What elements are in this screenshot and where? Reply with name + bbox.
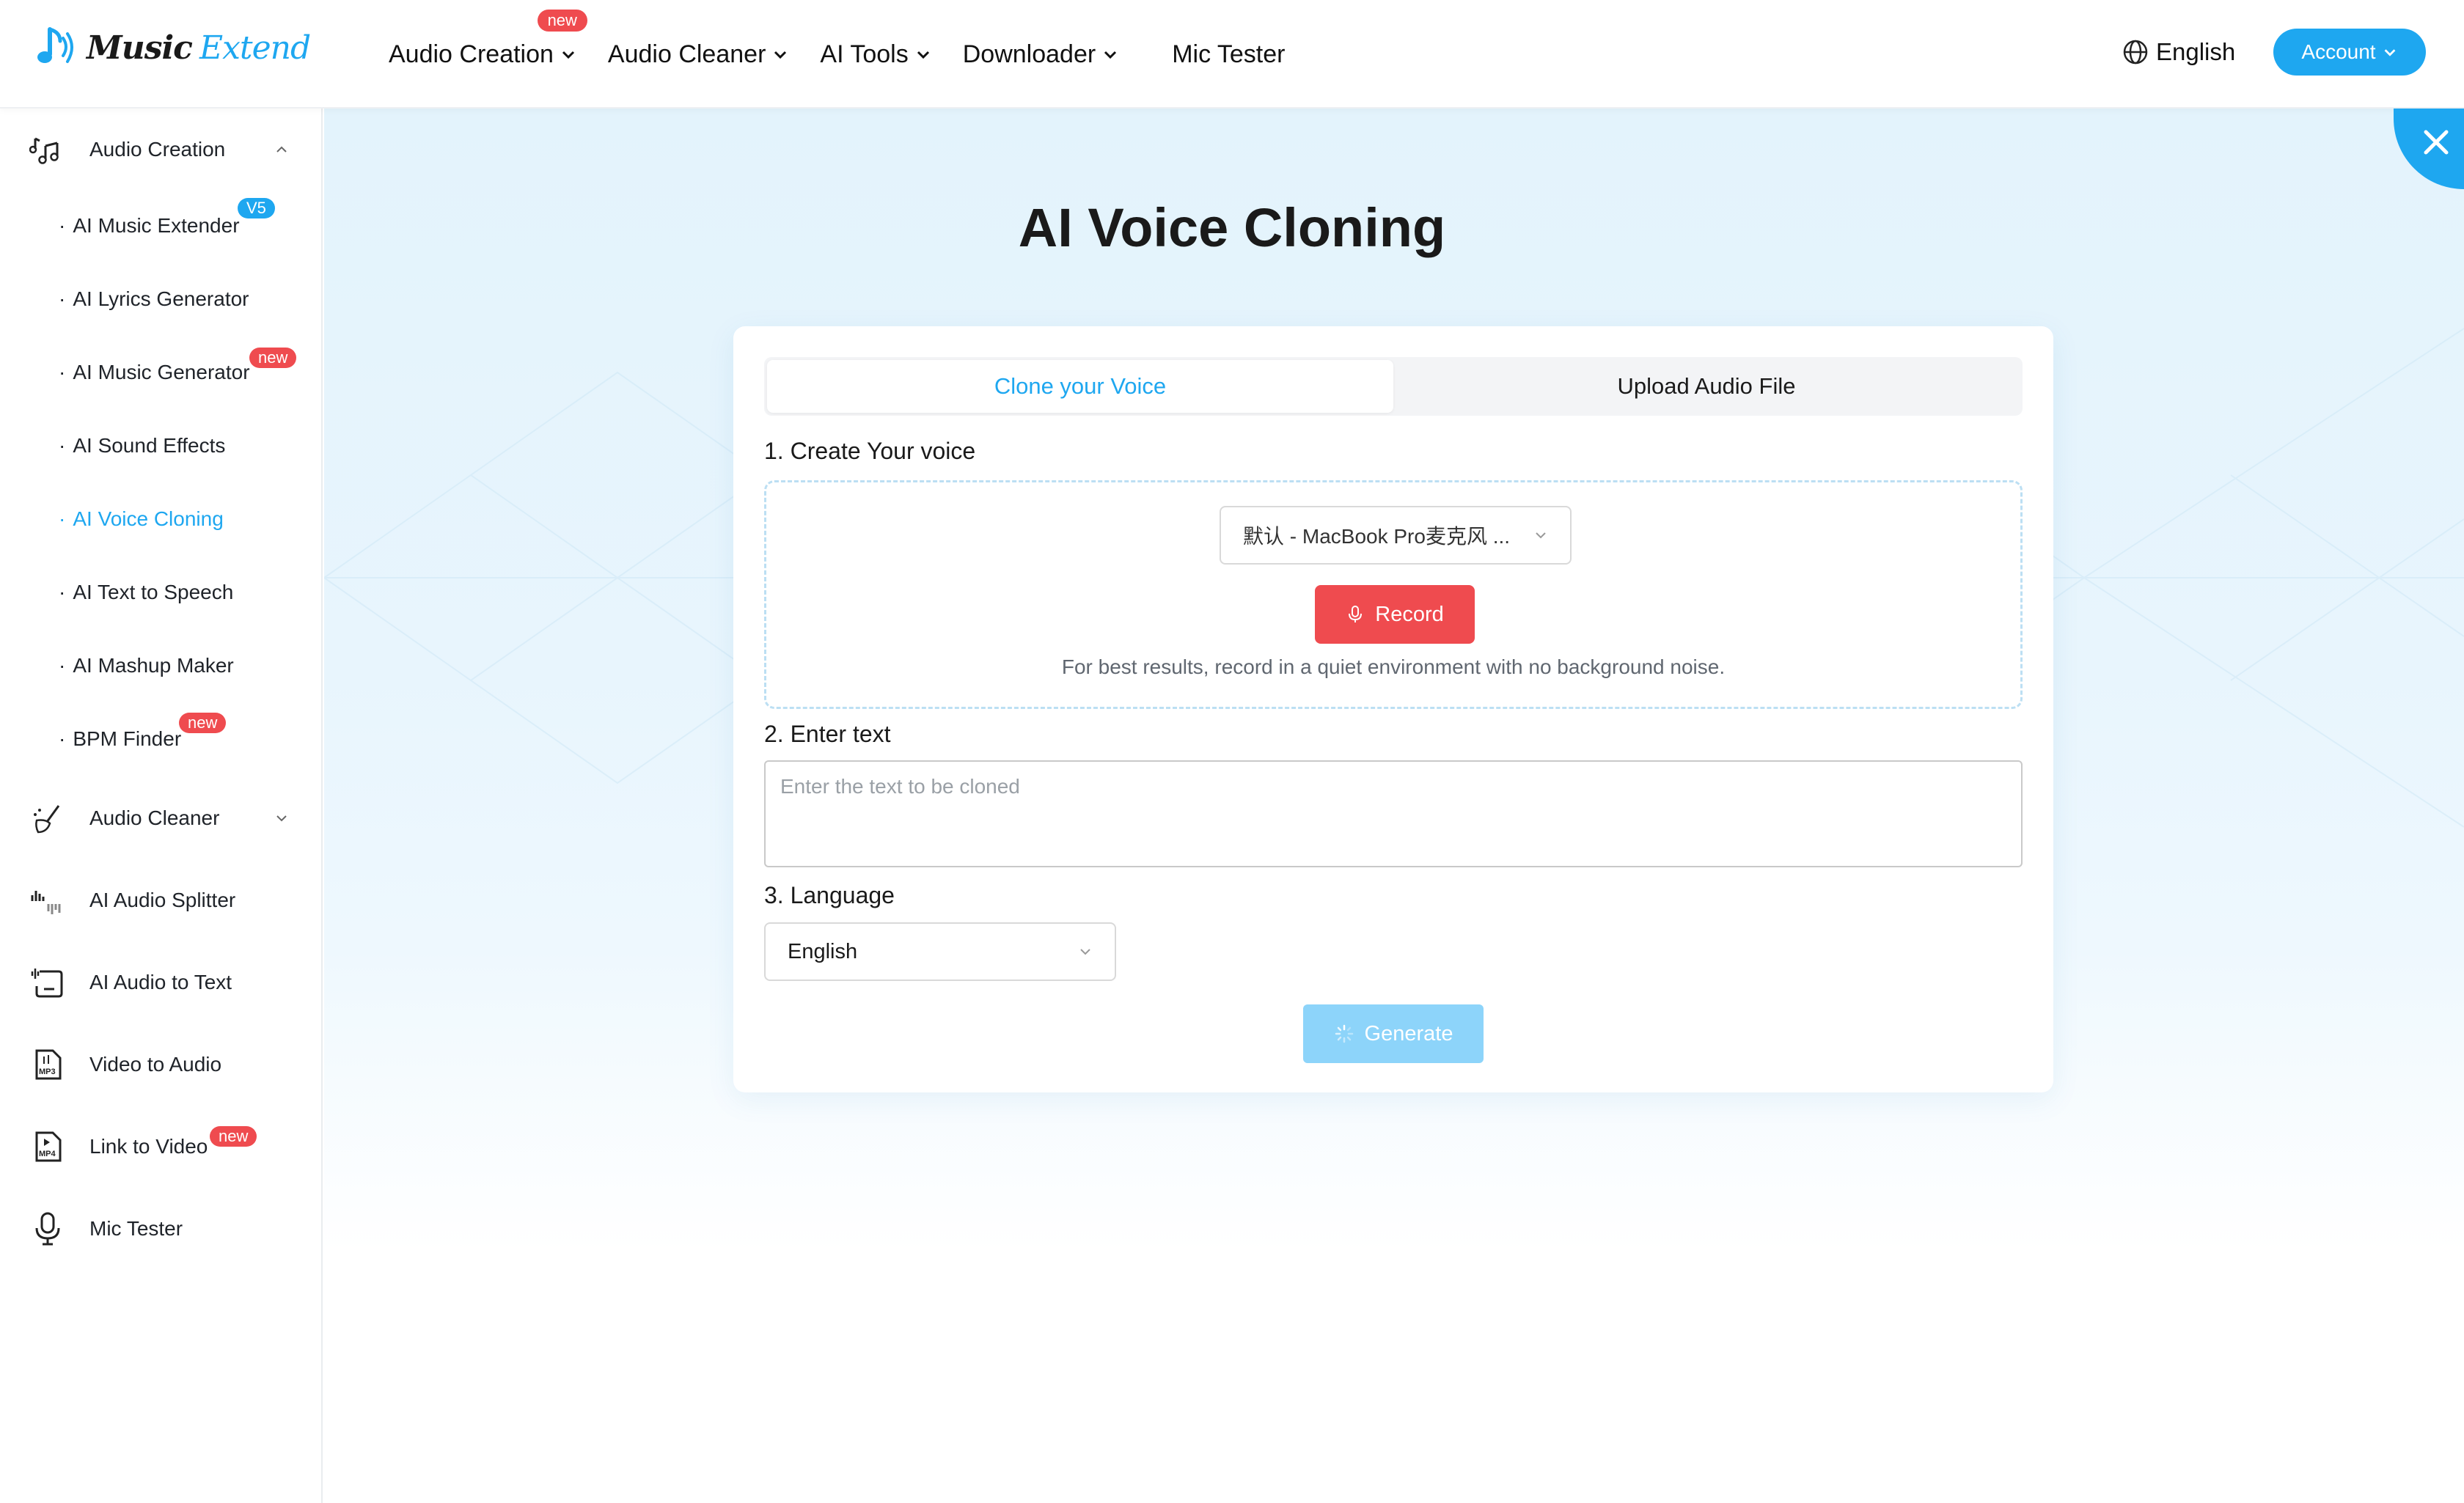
nav-downloader[interactable]: Downloader <box>963 40 1119 69</box>
microphone-device-select[interactable]: 默认 - MacBook Pro麦克风 ... <box>1220 506 1572 565</box>
sidebar-item-ai-sound-effects[interactable]: · AI Sound Effects <box>59 434 225 457</box>
record-hint: For best results, record in a quiet envi… <box>1061 655 1726 678</box>
generate-button[interactable]: Generate <box>1303 1004 1484 1063</box>
chevron-down-icon <box>774 51 787 59</box>
chevron-down-icon <box>1080 949 1090 955</box>
sidebar-item-label: AI Text to Speech <box>73 581 234 603</box>
globe-icon <box>2123 40 2148 65</box>
sidebar-item-link-to-video[interactable]: MP4 Link to Video new <box>0 1117 323 1176</box>
nav-audio-cleaner-label: Audio Cleaner <box>607 40 766 68</box>
chevron-down-icon <box>1536 532 1546 539</box>
sidebar-item-ai-text-to-speech[interactable]: · AI Text to Speech <box>59 581 233 604</box>
step1-label: 1. Create Your voice <box>764 438 976 464</box>
sidebar-item-label: AI Lyrics Generator <box>73 287 249 310</box>
logo-word-music: Music <box>87 29 193 67</box>
new-badge: new <box>249 348 297 368</box>
new-badge: new <box>210 1126 257 1147</box>
record-area: 默认 - MacBook Pro麦克风 ... Record For best … <box>764 480 2023 709</box>
sidebar-item-ai-voice-cloning[interactable]: · AI Voice Cloning <box>59 507 224 531</box>
main-nav: Audio Creation new Audio Cleaner AI Tool… <box>389 0 1316 109</box>
logo[interactable]: Music Extend <box>35 25 311 70</box>
sidebar-item-ai-audio-to-text[interactable]: AI Audio to Text <box>0 953 323 1012</box>
sidebar-group-audio-cleaner[interactable]: Audio Cleaner <box>0 789 323 848</box>
record-button[interactable]: Record <box>1315 585 1475 644</box>
svg-text:MP4: MP4 <box>39 1150 56 1158</box>
logo-word-extend: Extend <box>199 29 311 67</box>
top-navigation-bar: Music Extend Audio Creation new Audio Cle… <box>0 0 2464 109</box>
loading-spinner-icon <box>1335 1024 1353 1043</box>
new-badge: new <box>537 9 587 32</box>
sidebar-item-label: Mic Tester <box>89 1217 183 1240</box>
sidebar-group-label: Audio Creation <box>89 138 226 161</box>
sidebar-item-label: AI Sound Effects <box>73 434 226 457</box>
broom-icon <box>34 805 60 834</box>
sidebar-item-label: AI Music Generator <box>73 361 250 383</box>
microphone-icon <box>1349 606 1363 622</box>
sidebar-item-label: AI Mashup Maker <box>73 654 234 677</box>
nav-audio-cleaner[interactable]: Audio Cleaner <box>608 40 789 69</box>
clone-text-input[interactable] <box>764 760 2023 867</box>
tab-clone-your-voice[interactable]: Clone your Voice <box>767 360 1393 413</box>
speech-to-text-icon <box>31 969 63 998</box>
step3-label: 3. Language <box>764 882 895 908</box>
microphone-icon <box>35 1212 60 1246</box>
sidebar-item-ai-mashup-maker[interactable]: · AI Mashup Maker <box>59 654 234 677</box>
sidebar-group-audio-creation[interactable]: Audio Creation <box>0 120 323 179</box>
mode-tabs: Clone your Voice Upload Audio File <box>764 357 2023 416</box>
nav-ai-tools-label: AI Tools <box>820 40 909 68</box>
sidebar-item-ai-audio-splitter[interactable]: AI Audio Splitter <box>0 871 323 930</box>
sidebar-item-label: AI Audio to Text <box>89 971 232 993</box>
tab-upload-audio-file[interactable]: Upload Audio File <box>1393 360 2020 413</box>
chevron-up-icon <box>276 146 287 152</box>
chevron-down-icon <box>562 51 574 59</box>
generate-label: Generate <box>1364 1021 1453 1046</box>
music-notes-icon <box>29 137 59 164</box>
sidebar-group-label: Audio Cleaner <box>89 806 220 829</box>
sidebar-item-video-to-audio[interactable]: MP3 Video to Audio <box>0 1035 323 1094</box>
sidebar-item-ai-music-generator[interactable]: · AI Music Generator new <box>59 348 297 384</box>
nav-mic-tester[interactable]: Mic Tester <box>1172 40 1285 69</box>
mp3-file-icon: MP3 <box>35 1049 62 1080</box>
sidebar-item-mic-tester[interactable]: Mic Tester <box>0 1199 323 1258</box>
chevron-down-icon <box>917 51 929 59</box>
microphone-device-value: 默认 - MacBook Pro麦克风 ... <box>1243 525 1511 548</box>
account-label: Account <box>2301 40 2376 63</box>
svg-text:MP3: MP3 <box>39 1067 56 1076</box>
logo-wordmark: Music Extend <box>87 29 311 67</box>
step2-label: 2. Enter text <box>764 721 891 747</box>
sidebar-item-label: AI Audio Splitter <box>89 889 236 911</box>
nav-ai-tools[interactable]: AI Tools <box>820 40 931 69</box>
close-icon <box>2424 130 2449 155</box>
waveform-icon <box>31 891 61 914</box>
record-label: Record <box>1375 602 1444 626</box>
language-select[interactable]: English <box>764 922 1116 981</box>
music-note-logo-icon <box>37 27 73 63</box>
sidebar-item-label: AI Voice Cloning <box>73 507 224 530</box>
sidebar-item-label: Video to Audio <box>89 1053 222 1076</box>
language-switcher[interactable]: English <box>2122 38 2235 66</box>
nav-audio-creation[interactable]: Audio Creation new <box>389 9 587 69</box>
chevron-down-icon <box>276 815 287 822</box>
chevron-down-icon <box>1104 51 1117 59</box>
sidebar-item-label: Link to Video <box>89 1135 208 1158</box>
page-title: AI Voice Cloning <box>1018 197 1446 258</box>
sidebar-item-label: BPM Finder <box>73 727 182 750</box>
sidebar-item-bpm-finder[interactable]: · BPM Finder new <box>59 713 227 751</box>
chevron-down-icon <box>2384 49 2395 56</box>
account-button[interactable]: Account <box>2273 29 2426 76</box>
nav-mic-tester-label: Mic Tester <box>1172 40 1286 68</box>
sidebar: Audio Creation · AI Music Extender V5 · AI… <box>0 109 323 1503</box>
sidebar-item-ai-lyrics-generator[interactable]: · AI Lyrics Generator <box>59 287 249 311</box>
nav-downloader-label: Downloader <box>962 40 1096 68</box>
nav-audio-creation-label: Audio Creation <box>389 40 554 68</box>
language-select-value: English <box>788 939 858 963</box>
mp4-file-icon: MP4 <box>35 1131 62 1162</box>
voice-cloning-card: Clone your Voice Upload Audio File 1. Cr… <box>733 326 2053 1092</box>
language-label: English <box>2156 38 2236 65</box>
new-badge: new <box>179 713 227 733</box>
